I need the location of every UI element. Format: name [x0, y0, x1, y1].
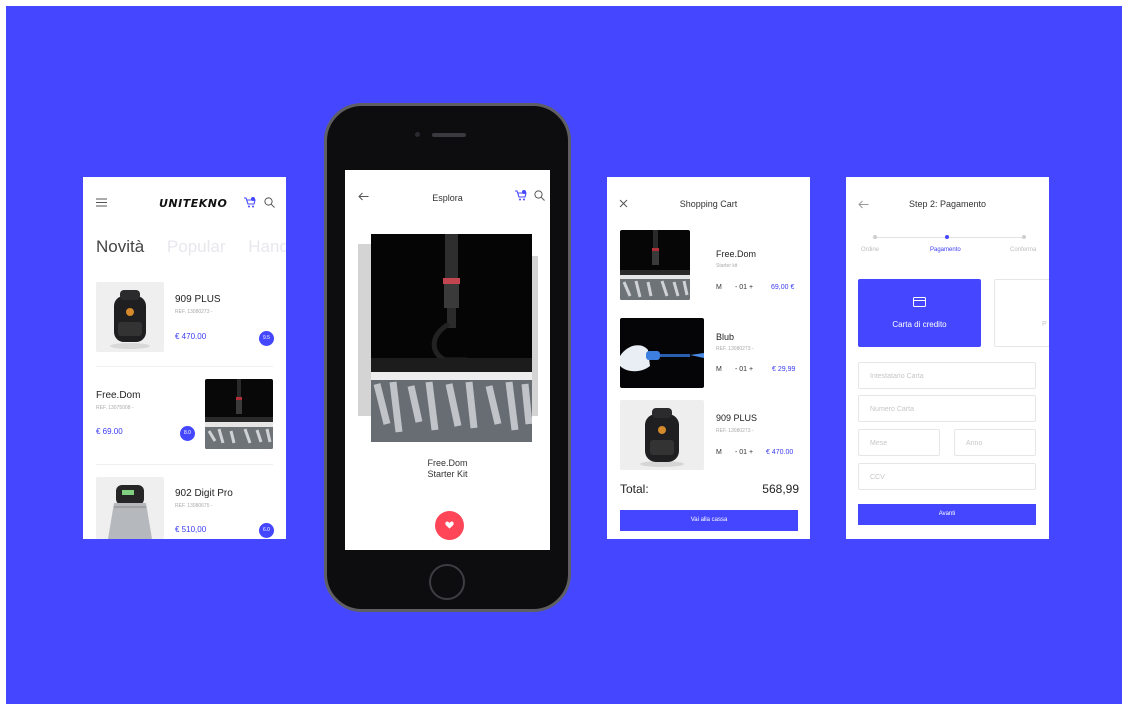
product-image: [205, 379, 273, 449]
step-label-ordine: Ordine: [861, 247, 880, 253]
step-dot-pagamento: [945, 235, 949, 239]
other-payment-option[interactable]: P: [994, 279, 1049, 347]
card-holder-placeholder: Intestatario Carta: [870, 373, 924, 380]
product-image: [620, 400, 704, 470]
rating-badge: 9.5: [259, 331, 274, 346]
item-size[interactable]: M: [716, 366, 722, 373]
expiry-year-field[interactable]: Anno: [954, 429, 1036, 456]
product-name: 909 PLUS: [175, 294, 221, 305]
list-header: UNITEKNO: [83, 177, 286, 227]
product-price: € 510,00: [175, 525, 207, 534]
phone-mockup: Esplora Free.Dom Starter Kit: [324, 103, 571, 612]
carousel-next-card[interactable]: [532, 256, 538, 416]
search-icon[interactable]: [534, 190, 545, 201]
product-price: € 470.00: [175, 332, 207, 341]
item-price: 69,00 €: [771, 284, 795, 291]
divider: [96, 366, 273, 367]
camera-dot: [415, 132, 420, 137]
tab-popular[interactable]: Popular: [167, 237, 226, 256]
divider: [96, 464, 273, 465]
tab-novita[interactable]: Novità: [96, 237, 144, 256]
home-button[interactable]: [429, 564, 465, 600]
heart-icon: [445, 521, 454, 529]
showcase-background: UNITEKNO Novità Popular Hand 909 PLUS RE…: [6, 6, 1122, 704]
item-name: 909 PLUS: [716, 413, 758, 423]
favorite-button[interactable]: [435, 511, 464, 540]
step-line: [874, 237, 1026, 238]
product-ref: REF. 13080273 -: [175, 309, 213, 315]
quantity-stepper[interactable]: - 01 +: [735, 449, 753, 456]
total-value: 568,99: [762, 482, 799, 496]
product-name: Free.Dom: [96, 390, 141, 401]
cart-icon[interactable]: [244, 197, 256, 208]
item-price: € 470.00: [766, 449, 794, 456]
product-image: [96, 282, 164, 352]
rating-badge: 8.0: [180, 426, 195, 441]
next-button[interactable]: Avanti: [858, 504, 1036, 525]
product-image: [96, 477, 164, 539]
page-title: Step 2: Pagamento: [908, 199, 987, 209]
product-name-line1: Free.Dom: [427, 458, 468, 468]
category-tabs: Novità Popular Hand: [96, 237, 286, 257]
product-name-line2: Starter Kit: [427, 469, 468, 479]
cart-icon[interactable]: [515, 190, 527, 201]
item-subtitle: REF. 13080273 -: [716, 346, 754, 352]
tab-hand[interactable]: Hand: [248, 237, 286, 256]
item-size[interactable]: M: [716, 284, 722, 291]
step-label-pagamento: Pagamento: [930, 247, 961, 253]
other-payment-label: P: [1042, 321, 1047, 328]
expiry-month-field[interactable]: Mese: [858, 429, 940, 456]
product-ref: REF. 13075008 -: [96, 405, 134, 411]
cvv-placeholder: CCV: [870, 474, 885, 481]
product-list-screen: UNITEKNO Novità Popular Hand 909 PLUS RE…: [83, 177, 286, 539]
total-label: Total:: [620, 482, 649, 496]
card-number-placeholder: Numero Carta: [870, 406, 914, 413]
menu-icon[interactable]: [96, 198, 107, 207]
rating-badge: 6.0: [259, 523, 274, 538]
quantity-stepper[interactable]: - 01 +: [735, 284, 753, 291]
card-holder-field[interactable]: Intestatario Carta: [858, 362, 1036, 389]
product-image: [620, 230, 690, 300]
explore-screen: Esplora Free.Dom Starter Kit: [345, 170, 550, 550]
card-number-field[interactable]: Numero Carta: [858, 395, 1036, 422]
expiry-month-placeholder: Mese: [870, 440, 888, 447]
credit-card-label: Carta di credito: [892, 320, 947, 329]
item-name: Blub: [716, 332, 735, 342]
product-name: 902 Digit Pro: [175, 488, 233, 499]
step-dot-ordine: [873, 235, 877, 239]
product-price: € 69.00: [96, 427, 123, 436]
step-dot-conferma: [1022, 235, 1026, 239]
checkout-button[interactable]: Vai alla cassa: [620, 510, 798, 531]
page-title: Shopping Cart: [679, 199, 738, 209]
item-size[interactable]: M: [716, 449, 722, 456]
shopping-cart-screen: Shopping Cart Free.Dom Starter kit M - 0…: [607, 177, 810, 539]
product-ref: REF. 13080675 -: [175, 503, 213, 509]
phone-speaker: [432, 133, 466, 137]
item-name: Free.Dom: [716, 249, 757, 259]
item-subtitle: Starter kit: [716, 263, 738, 269]
item-price: € 29,99: [772, 366, 796, 373]
expiry-year-placeholder: Anno: [966, 440, 983, 447]
credit-card-icon: [913, 297, 926, 307]
search-icon[interactable]: [264, 197, 275, 208]
brand-logo: UNITEKNO: [159, 197, 228, 210]
item-subtitle: REF. 13080273 -: [716, 428, 754, 434]
product-name: Free.Dom Starter Kit: [345, 458, 550, 480]
step-label-conferma: Conferma: [1010, 247, 1037, 253]
credit-card-option[interactable]: Carta di credito: [858, 279, 981, 347]
product-hero-image[interactable]: [371, 234, 532, 442]
product-image: [620, 318, 704, 388]
carousel-prev-card[interactable]: [358, 244, 372, 416]
cvv-field[interactable]: CCV: [858, 463, 1036, 490]
quantity-stepper[interactable]: - 01 +: [735, 366, 753, 373]
payment-screen: Step 2: Pagamento Ordine Pagamento Confe…: [846, 177, 1049, 539]
